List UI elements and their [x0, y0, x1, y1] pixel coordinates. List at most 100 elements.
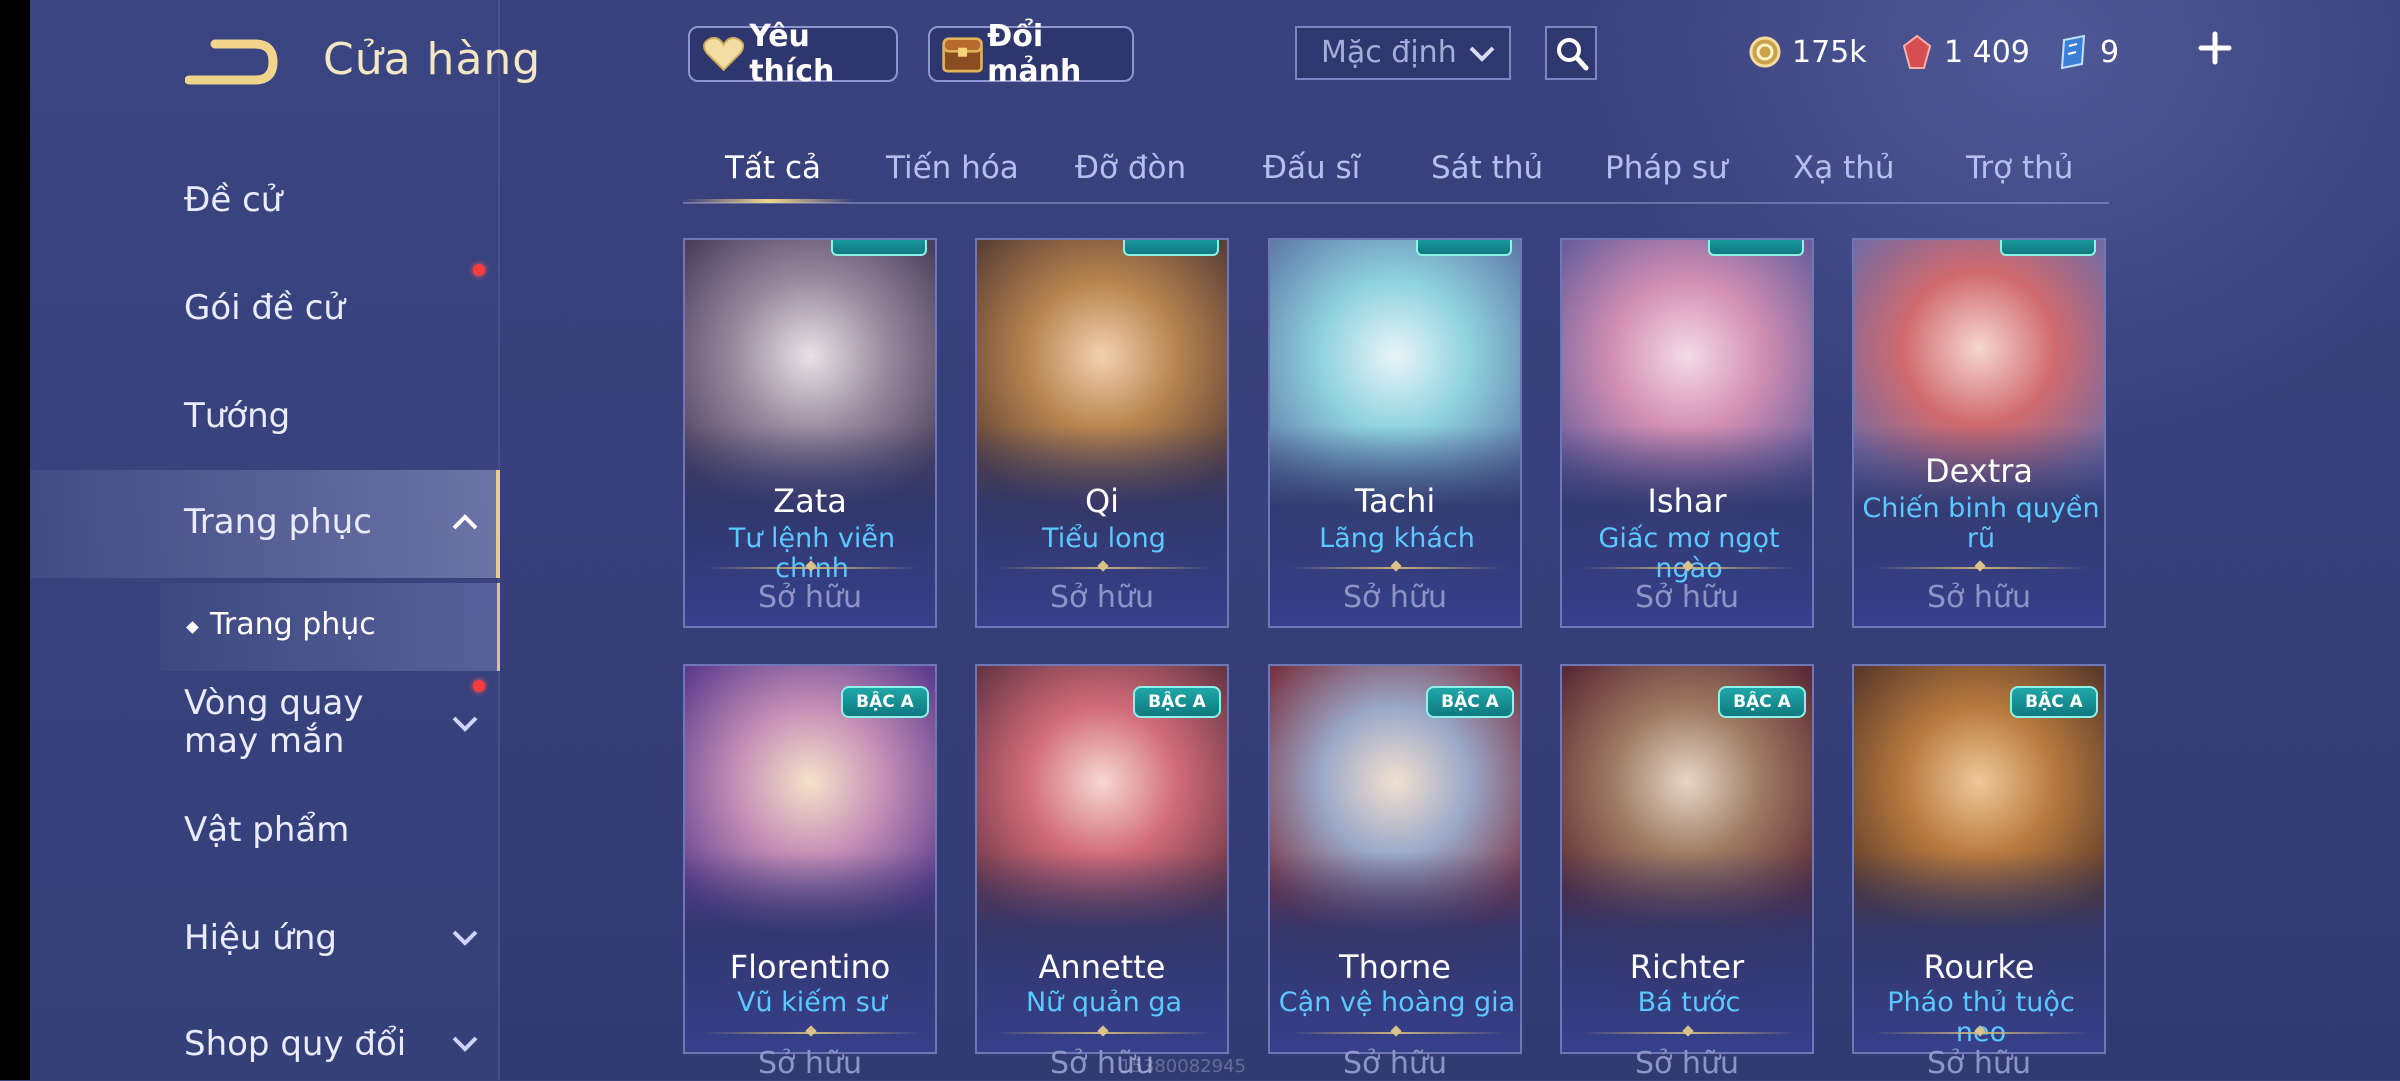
skin-name: Nữ quản ga	[1025, 987, 1183, 1018]
skin-name: Lãng khách	[1319, 523, 1475, 554]
blue-voucher-icon	[2060, 34, 2086, 70]
hero-name: Richter	[1629, 948, 1745, 986]
watermark-text: 15380082945	[1120, 1056, 1246, 1077]
favorites-button[interactable]: Yêu thích	[688, 19, 898, 89]
tier-badge: BẬC A	[1426, 686, 1514, 718]
skin-card[interactable]: Ishar Giấc mơ ngọt ngào Sở hữu	[1560, 238, 1814, 628]
search-icon	[1557, 38, 1589, 71]
tab-marksman[interactable]: Xạ thủ	[1793, 150, 1895, 186]
card-divider	[997, 560, 1211, 572]
owned-status: Sở hữu	[758, 1046, 862, 1081]
sidebar-item-items[interactable]: Vật phẩm	[30, 800, 500, 900]
add-currency-button[interactable]	[2195, 28, 2235, 68]
sidebar-item-label: Vật phẩm	[184, 810, 350, 850]
skin-card[interactable]: Dextra Chiến binh quyền rũ Sở hữu	[1852, 238, 2106, 628]
skin-card[interactable]: BẬC A Rourke Pháo thủ tuộc neo	[1852, 664, 2106, 1054]
sort-dropdown[interactable]: Mặc định	[1295, 26, 1511, 80]
skin-card[interactable]: Qi Tiểu long Sở hữu	[975, 238, 1229, 628]
sidebar-item-exchange-shop[interactable]: Shop quy đổi	[30, 1016, 500, 1080]
back-arrow-icon	[184, 39, 278, 85]
voucher-amount: 9	[2100, 34, 2120, 70]
card-divider	[705, 560, 919, 572]
skin-card[interactable]: BẬC A Florentino Vũ kiếm sư	[683, 664, 937, 1054]
back-button[interactable]	[184, 30, 281, 90]
sort-value: Mặc định	[1321, 35, 1457, 70]
tier-badge	[2000, 240, 2096, 256]
tab-evolution[interactable]: Tiến hóa	[886, 150, 1019, 186]
skin-card[interactable]: Zata Tư lệnh viễn chinh Sở hữu	[683, 238, 937, 628]
sidebar-item-recommended[interactable]: Đề cử	[30, 150, 500, 250]
skin-name: Cận vệ hoàng gia	[1278, 987, 1516, 1018]
page-title: Cửa hàng	[323, 34, 542, 85]
card-divider	[997, 1025, 1211, 1037]
sidebar-item-skins[interactable]: Trang phục	[30, 470, 500, 578]
chevron-down-icon	[452, 1036, 478, 1052]
sidebar-subitem-label: Trang phục	[210, 607, 376, 642]
chevron-down-icon	[1469, 46, 1495, 62]
hero-name: Florentino	[729, 948, 891, 986]
gem-currency: 1 409	[1902, 30, 2030, 74]
card-divider	[1874, 560, 2088, 572]
tab-fighter[interactable]: Đấu sĩ	[1263, 150, 1360, 186]
skin-card[interactable]: BẬC A Richter Bá tước	[1560, 664, 1814, 1054]
card-divider	[1582, 560, 1796, 572]
skin-name: Bá tước	[1637, 987, 1741, 1018]
shard-exchange-button[interactable]: Đổi mảnh	[928, 19, 1134, 89]
chevron-up-icon	[452, 514, 478, 530]
owned-status: Sở hữu	[1050, 580, 1154, 615]
tier-badge	[1123, 240, 1219, 256]
tier-badge	[831, 240, 927, 256]
notification-dot	[473, 264, 485, 276]
owned-status: Sở hữu	[1343, 580, 1447, 615]
tab-all[interactable]: Tất cả	[725, 150, 821, 186]
skin-card[interactable]: Tachi Lãng khách Sở hữu	[1268, 238, 1522, 628]
skin-name: Vũ kiếm sư	[737, 987, 887, 1018]
gold-amount: 175k	[1792, 34, 1867, 70]
card-divider	[705, 1025, 919, 1037]
search-button[interactable]	[1545, 26, 1597, 80]
gem-amount: 1 409	[1944, 34, 2030, 70]
plus-icon	[2198, 31, 2232, 65]
tab-support[interactable]: Trợ thủ	[1966, 150, 2073, 186]
owned-status: Sở hữu	[758, 580, 862, 615]
red-gem-icon	[1902, 34, 1932, 69]
card-divider	[1582, 1025, 1796, 1037]
owned-status: Sở hữu	[1343, 1046, 1447, 1081]
sidebar-item-label: Gói đề cử	[184, 288, 345, 328]
tab-assassin[interactable]: Sát thủ	[1431, 150, 1543, 186]
tab-tank[interactable]: Đỡ đòn	[1075, 150, 1186, 186]
hero-name: Rourke	[1923, 948, 2035, 986]
tier-badge: BẬC A	[841, 686, 929, 718]
hero-name: Ishar	[1647, 482, 1727, 520]
tier-badge	[1416, 240, 1512, 256]
owned-status: Sở hữu	[1927, 1046, 2031, 1081]
category-tabs: Tất cả Tiến hóa Đỡ đòn Đấu sĩ Sát thủ Ph…	[683, 140, 2109, 204]
skin-name: Pháo thủ tuộc neo	[1887, 987, 2075, 1048]
sidebar-item-heroes[interactable]: Tướng	[30, 366, 500, 466]
sidebar-item-label: Vòng quay may mắn	[184, 683, 364, 761]
skin-name: Giấc mơ ngọt ngào	[1598, 523, 1780, 584]
sidebar-item-label: Tướng	[184, 396, 291, 436]
chevron-down-icon	[452, 930, 478, 946]
tier-badge: BẬC A	[1718, 686, 1806, 718]
tab-mage[interactable]: Pháp sư	[1605, 150, 1728, 186]
sidebar-item-bundles[interactable]: Gói đề cử	[30, 258, 500, 358]
tier-badge	[1708, 240, 1804, 256]
sidebar-subitem-skins[interactable]: Trang phục	[160, 583, 500, 671]
shard-exchange-label: Đổi mảnh	[987, 19, 1082, 89]
heart-icon	[703, 36, 745, 72]
sidebar-item-label: Hiệu ứng	[184, 918, 337, 958]
skin-card[interactable]: BẬC A Thorne Cận vệ hoàng gia	[1268, 664, 1522, 1054]
hero-name: Annette	[1038, 948, 1166, 986]
gold-coin-icon	[1749, 36, 1781, 68]
skin-card[interactable]: BẬC A Annette Nữ quản ga	[975, 664, 1229, 1054]
sidebar-item-lucky-wheel[interactable]: Vòng quay may mắn	[30, 680, 500, 780]
card-divider	[1874, 1025, 2088, 1037]
notification-dot	[473, 680, 485, 692]
hero-name: Zata	[773, 482, 847, 520]
tier-badge: BẬC A	[1133, 686, 1221, 718]
sidebar-item-effects[interactable]: Hiệu ứng	[30, 908, 500, 1008]
owned-status: Sở hữu	[1635, 580, 1739, 615]
skin-name: Tiểu long	[1042, 523, 1166, 554]
owned-status: Sở hữu	[1635, 1046, 1739, 1081]
